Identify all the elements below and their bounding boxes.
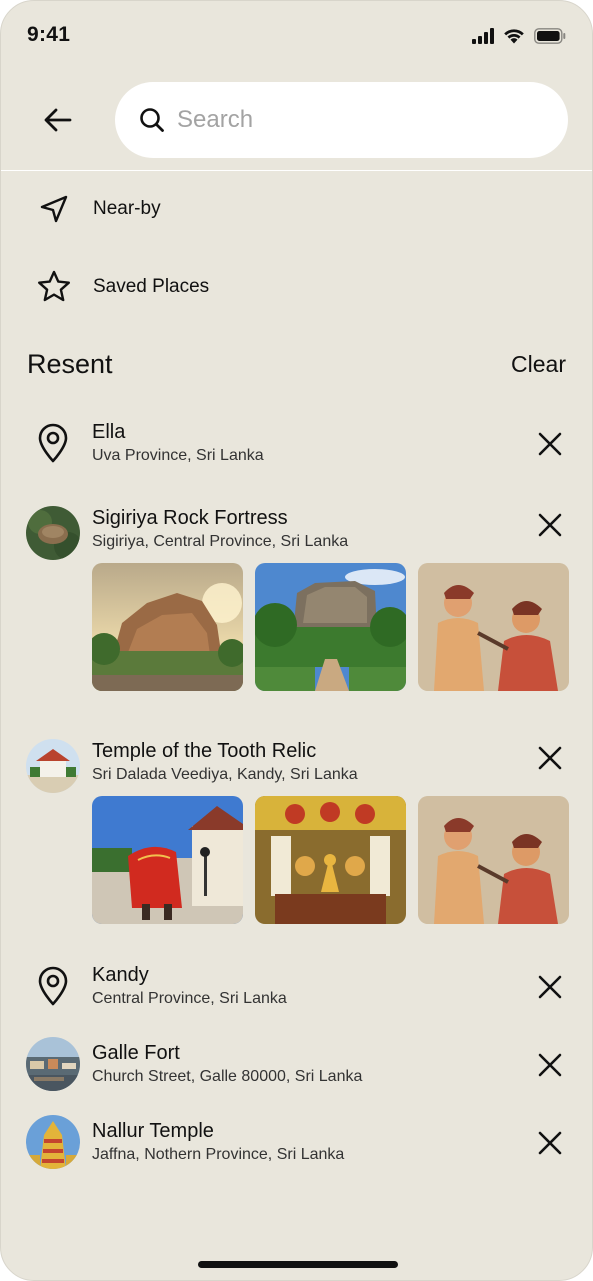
- cellular-signal-icon: [472, 27, 494, 44]
- place-thumbnail: [26, 739, 80, 793]
- recent-item-title: Sigiriya Rock Fortress: [92, 507, 288, 529]
- status-time: 9:41: [27, 23, 71, 46]
- recent-item-temple-tooth[interactable]: Temple of the Tooth Relic Sri Dalada Vee…: [1, 734, 592, 934]
- recent-item-kandy[interactable]: Kandy Central Province, Sri Lanka: [1, 958, 592, 1018]
- photo-row: [92, 796, 569, 924]
- map-pin-icon: [26, 416, 80, 470]
- recent-item-sigiriya[interactable]: Sigiriya Rock Fortress Sigiriya, Central…: [1, 501, 592, 701]
- place-photo[interactable]: [418, 796, 569, 924]
- place-photo[interactable]: [418, 563, 569, 691]
- search-bar[interactable]: [115, 82, 568, 158]
- home-indicator[interactable]: [198, 1261, 398, 1268]
- remove-recent-button[interactable]: [531, 1124, 569, 1162]
- navigation-arrow-icon: [27, 187, 81, 231]
- place-photo[interactable]: [92, 563, 243, 691]
- recent-item-title: Nallur Temple: [92, 1120, 214, 1142]
- arrow-left-icon: [44, 108, 72, 132]
- recent-item-ella[interactable]: Ella Uva Province, Sri Lanka: [1, 415, 592, 475]
- place-thumbnail: [26, 1115, 80, 1169]
- saved-places-label: Saved Places: [93, 276, 210, 297]
- star-icon: [27, 265, 81, 309]
- close-icon: [538, 513, 562, 537]
- remove-recent-button[interactable]: [531, 739, 569, 777]
- status-bar: 9:41: [1, 1, 592, 71]
- map-pin-icon: [26, 959, 80, 1013]
- recent-item-subtitle: Uva Province, Sri Lanka: [92, 447, 264, 464]
- place-thumbnail: [26, 506, 80, 560]
- close-icon: [538, 746, 562, 770]
- place-photo[interactable]: [255, 796, 406, 924]
- recent-item-title: Ella: [92, 421, 126, 443]
- nearby-label: Near-by: [93, 198, 161, 219]
- recent-item-subtitle: Central Province, Sri Lanka: [92, 990, 287, 1007]
- close-icon: [538, 1053, 562, 1077]
- photo-row: [92, 563, 569, 691]
- place-photo[interactable]: [255, 563, 406, 691]
- recent-item-nallur-temple[interactable]: Nallur Temple Jaffna, Nothern Province, …: [1, 1114, 592, 1174]
- close-icon: [538, 1131, 562, 1155]
- battery-icon: [534, 27, 566, 44]
- recent-item-title: Galle Fort: [92, 1042, 180, 1064]
- recent-item-title: Kandy: [92, 964, 149, 986]
- remove-recent-button[interactable]: [531, 425, 569, 463]
- remove-recent-button[interactable]: [531, 1046, 569, 1084]
- status-icons: [472, 27, 566, 44]
- back-button[interactable]: [31, 97, 85, 143]
- remove-recent-button[interactable]: [531, 506, 569, 544]
- recent-item-galle-fort[interactable]: Galle Fort Church Street, Galle 80000, S…: [1, 1036, 592, 1096]
- header-divider: [1, 170, 592, 171]
- recent-item-subtitle: Sri Dalada Veediya, Kandy, Sri Lanka: [92, 766, 358, 783]
- recent-item-subtitle: Sigiriya, Central Province, Sri Lanka: [92, 533, 349, 550]
- close-icon: [538, 975, 562, 999]
- nearby-button[interactable]: Near-by: [27, 181, 567, 237]
- recent-item-subtitle: Jaffna, Nothern Province, Sri Lanka: [92, 1146, 345, 1163]
- close-icon: [538, 432, 562, 456]
- clear-button[interactable]: Clear: [511, 351, 566, 378]
- recent-item-subtitle: Church Street, Galle 80000, Sri Lanka: [92, 1068, 363, 1085]
- place-thumbnail: [26, 1037, 80, 1091]
- place-photo[interactable]: [92, 796, 243, 924]
- recent-section-title: Resent: [27, 349, 113, 379]
- search-input[interactable]: [177, 106, 537, 134]
- remove-recent-button[interactable]: [531, 968, 569, 1006]
- saved-places-button[interactable]: Saved Places: [27, 259, 567, 315]
- wifi-icon: [504, 29, 524, 44]
- recent-item-title: Temple of the Tooth Relic: [92, 740, 317, 762]
- search-icon: [140, 108, 164, 132]
- phone-screen: 9:41 Search Near-by Saved Places Resent …: [0, 0, 593, 1281]
